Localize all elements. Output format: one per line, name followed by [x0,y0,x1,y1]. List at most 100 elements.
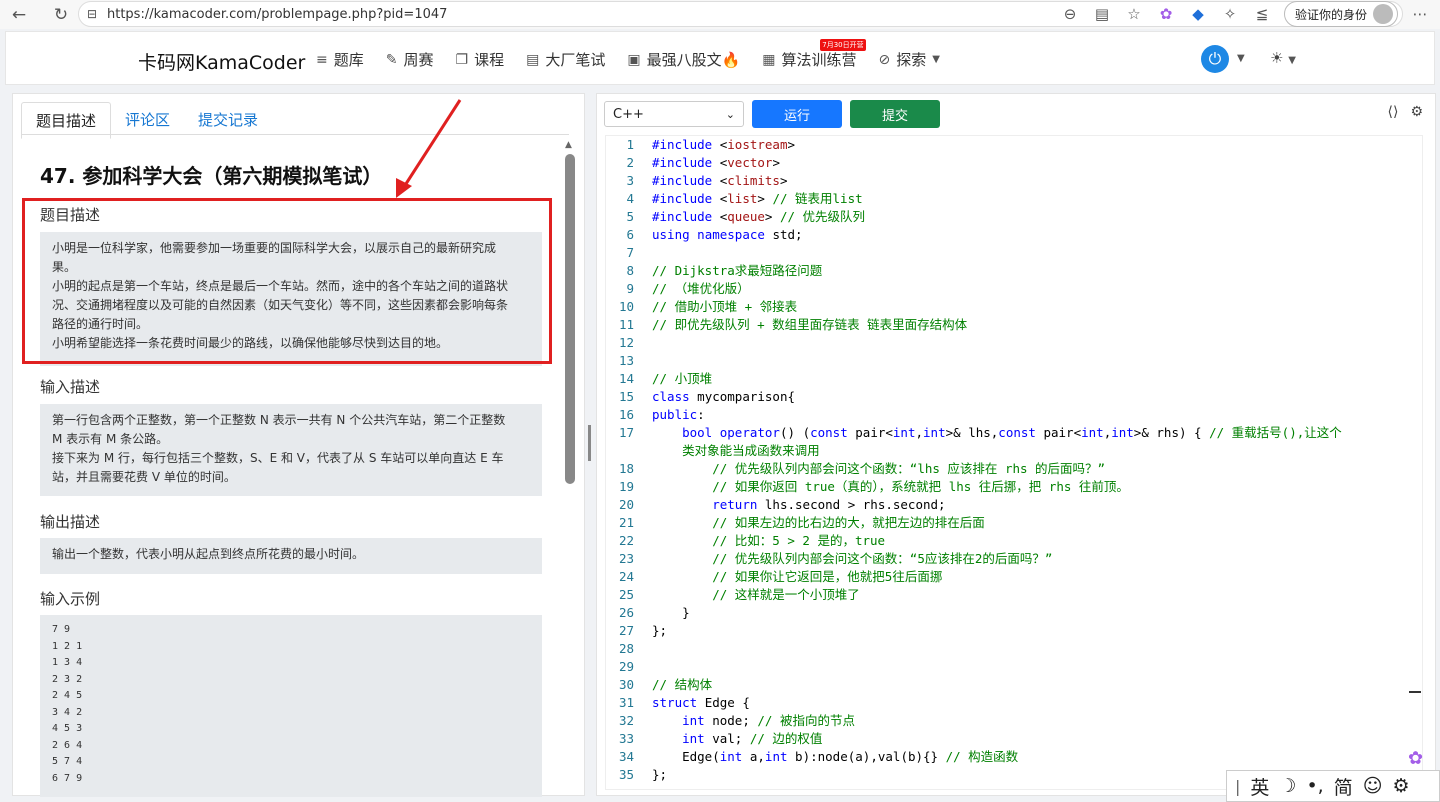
code-line[interactable]: 16 public: [606,406,1422,424]
code-text[interactable]: // 如果你让它返回是，他就把5往后面挪 [652,568,942,586]
code-line[interactable]: 32 int node; // 被指向的节点 [606,712,1422,730]
menu-item-weekly[interactable]: ✎ 周赛 [386,49,434,70]
copilot-float-icon[interactable]: ✿ [1408,748,1423,769]
code-line[interactable]: 15 class mycomparison{ [606,388,1422,406]
code-line[interactable]: 19 // 如果你返回 true（真的），系统就把 lhs 往后挪，把 rhs … [606,478,1422,496]
code-text[interactable]: // 优先级队列内部会问这个函数：“lhs 应该排在 rhs 的后面吗？” [652,460,1105,478]
code-line[interactable]: 25 // 这样就是一个小顶堆了 [606,586,1422,604]
back-icon[interactable]: ← [6,2,32,28]
code-text[interactable]: // 即优先级队列 + 数组里面存链表 链表里面存结构体 [652,316,967,334]
code-text[interactable]: 类对象能当成函数来调用 [652,442,820,460]
code-line[interactable]: 类对象能当成函数来调用 [606,442,1422,460]
code-line[interactable]: 26 } [606,604,1422,622]
gear-icon[interactable]: ⚙ [1410,104,1423,120]
code-line[interactable]: 28 [606,640,1422,658]
chevron-down-icon[interactable]: ▼ [1237,53,1245,64]
code-text[interactable]: class mycomparison{ [652,388,795,406]
code-text[interactable]: // 如果你返回 true（真的），系统就把 lhs 往后挪，把 rhs 往前顶… [652,478,1129,496]
code-line[interactable]: 27}; [606,622,1422,640]
code-line[interactable]: 2 #include <vector> [606,154,1422,172]
code-line[interactable]: 31 struct Edge { [606,694,1422,712]
code-editor[interactable]: 1 #include <iostream> 2 #include <vector> 3 #… [605,135,1423,790]
punctuation-icon[interactable]: •, [1306,775,1323,797]
menu-item-exams[interactable]: ▤ 大厂笔试 [526,49,605,70]
code-text[interactable]: }; [652,766,667,784]
copilot-icon[interactable]: ✿ [1156,5,1176,23]
theme-toggle-icon[interactable]: ☀ ▼ [1270,49,1296,67]
menu-item-baguwen[interactable]: ▣ 最强八股文🔥 [627,49,740,70]
profile-button[interactable]: 验证你的身份 [1283,1,1398,27]
code-line[interactable]: 4 #include <list> // 链表用list [606,190,1422,208]
code-text[interactable]: // 优先级队列内部会问这个函数：“5应该排在2的后面吗？” [652,550,1052,568]
code-line[interactable]: 34 Edge(int a,int b):node(a),val(b){} //… [606,748,1422,766]
code-line[interactable]: 33 int val; // 边的权值 [606,730,1422,748]
code-line[interactable]: 18 // 优先级队列内部会问这个函数：“lhs 应该排在 rhs 的后面吗？” [606,460,1422,478]
code-text[interactable]: #include <queue> // 优先级队列 [652,208,865,226]
menu-item-camp[interactable]: ▦ 算法训练营 7月30日开营 [762,39,866,70]
code-text[interactable]: // 比如：5 > 2 是的，true [652,532,885,550]
user-menu-icon[interactable]: ⏻ [1201,45,1229,73]
code-line[interactable]: 10 // 借助小顶堆 + 邻接表 [606,298,1422,316]
puzzle-icon[interactable]: ✧ [1220,5,1240,23]
code-line[interactable]: 17 bool operator() (const pair<int,int>&… [606,424,1422,442]
code-icon[interactable]: ⟨⟩ [1388,104,1399,120]
collections-icon[interactable]: ≦ [1252,5,1272,23]
ime-grip-icon[interactable]: | [1235,777,1240,796]
menu-item-problems[interactable]: ≡ 题库 [316,49,364,70]
code-line[interactable]: 6 using namespace std; [606,226,1422,244]
code-text[interactable]: // 结构体 [652,676,712,694]
code-text[interactable]: public: [652,406,705,424]
code-line[interactable]: 20 return lhs.second > rhs.second; [606,496,1422,514]
code-text[interactable]: #include <iostream> [652,136,795,154]
run-button[interactable]: 运行 [752,100,842,128]
favorite-icon[interactable]: ☆ [1124,5,1144,23]
language-select[interactable]: C++ ⌄ [604,101,744,127]
site-info-icon[interactable]: ⊟ [87,7,101,21]
code-text[interactable]: }; [652,622,667,640]
code-text[interactable]: #include <list> // 链表用list [652,190,863,208]
code-text[interactable]: Edge(int a,int b):node(a),val(b){} // 构造… [652,748,1018,766]
code-line[interactable]: 12 [606,334,1422,352]
more-icon[interactable]: ⋯ [1410,5,1430,23]
code-text[interactable]: #include <climits> [652,172,788,190]
code-line[interactable]: 3 #include <climits> [606,172,1422,190]
ime-lang-button[interactable]: 英 [1250,773,1269,800]
submit-button[interactable]: 提交 [850,100,940,128]
site-brand[interactable]: 卡码网KamaCoder [138,48,305,75]
code-line[interactable]: 30 // 结构体 [606,676,1422,694]
code-line[interactable]: 22 // 比如：5 > 2 是的，true [606,532,1422,550]
code-line[interactable]: 24 // 如果你让它返回是，他就把5往后面挪 [606,568,1422,586]
code-line[interactable]: 7 [606,244,1422,262]
code-line[interactable]: 23 // 优先级队列内部会问这个函数：“5应该排在2的后面吗？” [606,550,1422,568]
code-line[interactable]: 13 [606,352,1422,370]
code-text[interactable]: int node; // 被指向的节点 [652,712,855,730]
menu-item-courses[interactable]: ❐ 课程 [456,49,505,70]
scroll-up-icon[interactable]: ▲ [565,140,572,150]
code-text[interactable]: // 借助小顶堆 + 邻接表 [652,298,797,316]
code-text[interactable]: // （堆优化版） [652,280,750,298]
code-line[interactable]: 29 [606,658,1422,676]
code-text[interactable]: // Dijkstra求最短路径问题 [652,262,822,280]
code-text[interactable]: bool operator() (const pair<int,int>& lh… [652,424,1342,442]
reload-icon[interactable]: ↻ [48,2,74,28]
code-line[interactable]: 1 #include <iostream> [606,136,1422,154]
code-line[interactable]: 5 #include <queue> // 优先级队列 [606,208,1422,226]
zoom-icon[interactable]: ⊖ [1060,5,1080,23]
code-line[interactable]: 21 // 如果左边的比右边的大，就把左边的排在后面 [606,514,1422,532]
panel-resize-handle[interactable] [588,425,591,461]
code-line[interactable]: 8 // Dijkstra求最短路径问题 [606,262,1422,280]
code-line[interactable]: 9 // （堆优化版） [606,280,1422,298]
code-text[interactable]: struct Edge { [652,694,750,712]
emoji-icon[interactable]: ☺ [1363,775,1383,797]
code-text[interactable]: return lhs.second > rhs.second; [652,496,945,514]
code-text[interactable]: #include <vector> [652,154,780,172]
code-text[interactable]: // 小顶堆 [652,370,712,388]
ime-simplified-button[interactable]: 简 [1334,773,1353,800]
code-text[interactable]: } [652,604,690,622]
code-text[interactable]: // 如果左边的比右边的大，就把左边的排在后面 [652,514,985,532]
code-line[interactable]: 14 // 小顶堆 [606,370,1422,388]
gear-icon[interactable]: ⚙ [1393,775,1410,797]
reader-icon[interactable]: ▤ [1092,5,1112,23]
url-text[interactable]: https://kamacoder.com/problempage.php?pi… [107,7,447,22]
scrollbar-thumb[interactable] [565,154,575,484]
